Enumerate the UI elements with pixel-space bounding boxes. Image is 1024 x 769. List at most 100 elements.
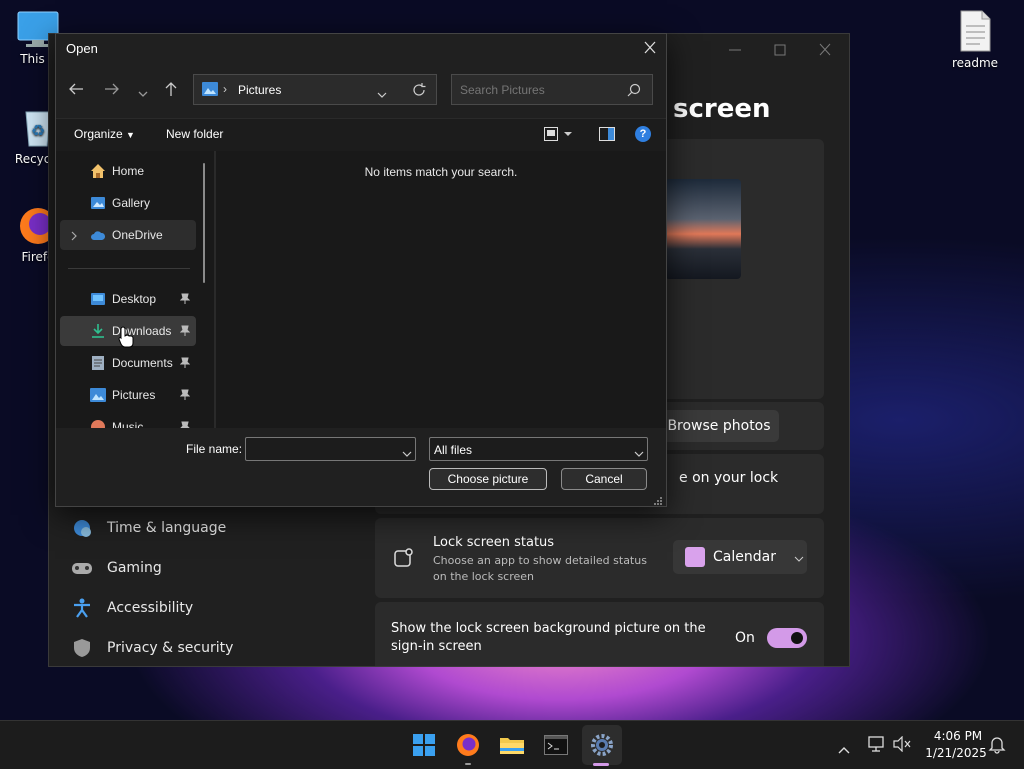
minimize-icon[interactable] [725, 42, 745, 58]
cloud-icon [90, 227, 106, 243]
pictures-icon [90, 387, 106, 403]
tree-item-pictures[interactable]: Pictures [60, 380, 196, 410]
text-file-icon [958, 10, 992, 52]
navigation-pane: Home Gallery OneDrive Desktop Downloads … [56, 151, 214, 428]
document-icon [90, 355, 106, 371]
tree-item-onedrive[interactable]: OneDrive [60, 220, 196, 250]
view-options-icon[interactable] [544, 127, 574, 146]
nav-label: Privacy & security [107, 640, 234, 656]
tree-item-documents[interactable]: Documents [60, 348, 196, 378]
notification-icon[interactable] [988, 736, 1006, 758]
choose-picture-button[interactable]: Choose picture [429, 468, 547, 490]
lock-status-desc: Choose an app to show detailed status on… [433, 554, 647, 583]
clock-time[interactable]: 4:06 PM [925, 729, 991, 743]
active-indicator [593, 763, 609, 766]
tree-item-gallery[interactable]: Gallery [60, 188, 196, 218]
tree-divider [68, 268, 190, 269]
tree-label: Home [112, 164, 145, 178]
file-type-select[interactable]: All files [429, 437, 648, 461]
firefox-taskbar-icon[interactable] [452, 729, 484, 761]
signin-toggle[interactable] [767, 628, 807, 648]
tree-item-music[interactable]: Music [60, 412, 196, 428]
organize-label: Organize [74, 127, 123, 141]
nav-label: Gaming [107, 560, 162, 576]
start-windows-icon[interactable] [408, 729, 440, 761]
refresh-icon[interactable] [412, 83, 426, 102]
tree-label: Desktop [112, 292, 157, 306]
signin-text: Show the lock screen background picture … [391, 621, 706, 654]
download-icon [90, 323, 106, 339]
svg-text:♻: ♻ [31, 121, 45, 140]
lock-status-dropdown[interactable]: Calendar [673, 540, 807, 574]
empty-message: No items match your search. [364, 165, 518, 179]
maximize-icon[interactable] [770, 42, 790, 58]
lock-status-value: Calendar [713, 549, 776, 565]
expand-chevron-icon[interactable] [70, 230, 78, 244]
help-icon[interactable]: ? [635, 126, 651, 142]
file-name-combobox[interactable] [245, 437, 416, 461]
recent-chevron-icon[interactable] [138, 86, 148, 104]
open-dialog: Open › Pictures Organize ▼ New folder ? … [55, 33, 667, 507]
chevron-down-icon [794, 548, 804, 567]
nav-label: Accessibility [107, 600, 194, 616]
new-folder-button[interactable]: New folder [166, 127, 223, 141]
chevron-up-icon[interactable] [838, 739, 850, 758]
nav-time-language[interactable]: Time & language [71, 510, 226, 546]
organize-button[interactable]: Organize ▼ [74, 127, 135, 141]
browse-photos-button[interactable]: Browse photos [659, 410, 779, 442]
dialog-title: Open [66, 41, 98, 56]
resize-grip-icon[interactable] [653, 493, 663, 511]
page-title: screen [673, 94, 771, 124]
desktop-icon-readme[interactable]: readme [935, 10, 1015, 70]
address-bar[interactable]: › Pictures [193, 74, 437, 105]
file-type-value: All files [434, 443, 473, 457]
preview-pane-icon[interactable] [599, 127, 615, 146]
hand-cursor-icon [118, 326, 134, 352]
dialog-close-icon[interactable] [640, 40, 660, 56]
cancel-button[interactable]: Cancel [561, 468, 647, 490]
pin-icon[interactable] [179, 357, 191, 372]
nav-scrollbar[interactable] [203, 163, 205, 283]
file-explorer-icon[interactable] [496, 729, 528, 761]
chevron-down-icon[interactable] [402, 446, 412, 464]
accessibility-icon [71, 597, 93, 619]
tree-label: Gallery [112, 196, 151, 210]
network-icon[interactable] [868, 736, 886, 756]
music-icon [90, 419, 106, 428]
settings-gear-icon[interactable] [582, 725, 622, 765]
partial-setting-text: e on your lock [679, 470, 779, 486]
pin-icon[interactable] [179, 389, 191, 404]
volume-muted-icon[interactable] [893, 735, 911, 756]
search-input[interactable] [458, 80, 622, 100]
calendar-icon [685, 547, 705, 567]
globe-clock-icon [71, 517, 93, 539]
search-box[interactable] [451, 74, 653, 105]
address-dropdown-icon[interactable] [377, 87, 387, 105]
nav-privacy-security[interactable]: Privacy & security [71, 630, 233, 666]
clock-date[interactable]: 1/21/2025 [920, 746, 992, 760]
gamepad-icon [71, 557, 93, 579]
lock-status-title: Lock screen status [433, 535, 555, 550]
taskbar: 4:06 PM 1/21/2025 [0, 720, 1024, 769]
chevron-down-icon[interactable] [634, 446, 644, 464]
terminal-icon[interactable] [540, 729, 572, 761]
forward-arrow-icon[interactable] [104, 82, 120, 101]
shield-icon [71, 637, 93, 659]
up-arrow-icon[interactable] [164, 81, 178, 102]
nav-gaming[interactable]: Gaming [71, 550, 162, 586]
pin-icon[interactable] [179, 325, 191, 340]
command-bar: Organize ▼ New folder ? [56, 118, 666, 152]
pin-icon[interactable] [180, 421, 190, 428]
back-arrow-icon[interactable] [68, 82, 84, 101]
breadcrumb-pictures[interactable]: Pictures [238, 83, 281, 97]
running-indicator [465, 763, 471, 765]
file-list[interactable]: No items match your search. [216, 151, 666, 428]
pin-icon[interactable] [179, 293, 191, 308]
close-icon[interactable] [815, 42, 835, 58]
tree-item-home[interactable]: Home [60, 156, 196, 186]
file-name-input[interactable] [250, 441, 394, 459]
search-icon[interactable] [627, 83, 641, 102]
nav-accessibility[interactable]: Accessibility [71, 590, 193, 626]
gallery-icon [90, 195, 106, 211]
tree-item-desktop[interactable]: Desktop [60, 284, 196, 314]
